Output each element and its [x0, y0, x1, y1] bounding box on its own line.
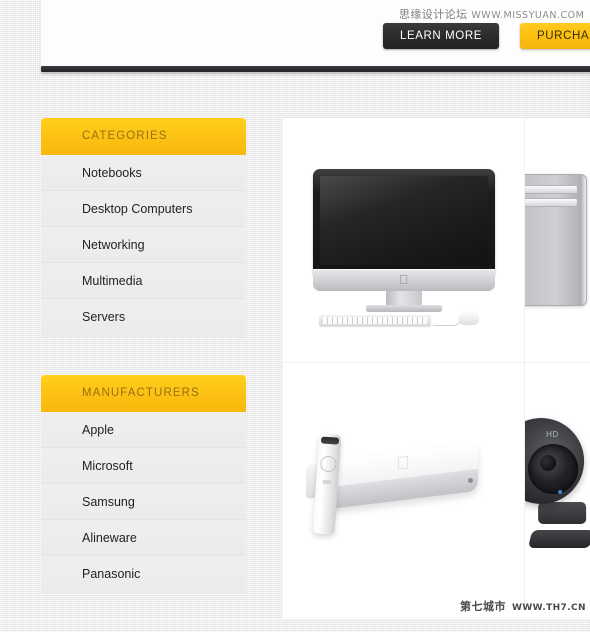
sidebar-header-manufacturers: MANUFACTURERS	[41, 375, 246, 412]
watermark-top: 思缘设计论坛 WWW.MISSYUAN.COM	[399, 6, 584, 22]
purchase-button[interactable]: PURCHASE	[520, 23, 590, 49]
webcam-base	[527, 530, 590, 548]
imac-stand-foot	[365, 305, 442, 312]
sidebar-item-samsung[interactable]: Samsung	[41, 484, 246, 520]
sidebar-item-microsoft[interactable]: Microsoft	[41, 448, 246, 484]
mouse-icon	[458, 311, 479, 324]
sidebar-block-categories: CATEGORIES Notebooks Desktop Computers N…	[41, 118, 246, 337]
tower-drive-slot-2	[525, 198, 578, 207]
webcam-clip	[538, 502, 587, 524]
product-row-1: 	[283, 118, 590, 362]
watermark-top-text: 思缘设计论坛	[399, 8, 468, 21]
sidebar-item-panasonic[interactable]: Panasonic	[41, 556, 246, 592]
product-cell-mac-pro-tower[interactable]	[524, 118, 590, 362]
sidebar-item-servers[interactable]: Servers	[41, 299, 246, 335]
apple-tv-icon: 	[296, 422, 512, 548]
sidebar-item-notebooks[interactable]: Notebooks	[41, 155, 246, 191]
remote-control-icon	[312, 433, 341, 535]
banner-divider-rule	[41, 66, 590, 72]
watermark-bottom-text: 第七城市	[460, 600, 506, 613]
product-row-2:  HD	[283, 362, 590, 607]
sidebar: CATEGORIES Notebooks Desktop Computers N…	[41, 118, 246, 632]
sidebar-item-desktop-computers[interactable]: Desktop Computers	[41, 191, 246, 227]
webcam-lens	[528, 444, 579, 494]
webcam-led-icon	[558, 490, 563, 494]
webcam-icon: HD	[525, 410, 590, 560]
apple-logo-icon: 	[399, 273, 409, 286]
sidebar-list-manufacturers: Apple Microsoft Samsung Alineware Panaso…	[41, 412, 246, 594]
sidebar-header-categories: CATEGORIES	[41, 118, 246, 155]
product-cell-hd-webcam[interactable]: HD	[524, 363, 590, 607]
sidebar-list-categories: Notebooks Desktop Computers Networking M…	[41, 155, 246, 337]
imac-icon: 	[312, 169, 495, 326]
watermark-bottom-site: WWW.TH7.CN	[512, 603, 586, 613]
watermark-bottom: 第七城市 WWW.TH7.CN	[460, 598, 586, 614]
apple-tv-port	[467, 478, 473, 483]
banner-button-group: LEARN MORE PURCHASE	[383, 23, 590, 49]
mouse-cord	[432, 317, 462, 326]
tower-drive-slot-1	[525, 185, 578, 194]
tower-icon	[525, 174, 587, 306]
product-grid: 	[283, 118, 590, 619]
apple-logo-icon: 	[396, 452, 410, 474]
product-cell-apple-tv[interactable]: 	[283, 363, 524, 607]
sidebar-item-networking[interactable]: Networking	[41, 227, 246, 263]
webcam-hd-badge: HD	[546, 430, 559, 439]
sidebar-item-multimedia[interactable]: Multimedia	[41, 263, 246, 299]
imac-screen	[312, 169, 495, 275]
apple-tv-body: 	[327, 442, 478, 510]
sidebar-item-alineware[interactable]: Alineware	[41, 520, 246, 556]
product-cell-imac[interactable]: 	[283, 118, 524, 362]
sidebar-item-apple[interactable]: Apple	[41, 412, 246, 448]
learn-more-button[interactable]: LEARN MORE	[383, 23, 499, 49]
watermark-top-site: WWW.MISSYUAN.COM	[471, 10, 585, 21]
keyboard-icon	[318, 315, 431, 326]
webcam-body: HD	[525, 418, 585, 504]
sidebar-block-manufacturers: MANUFACTURERS Apple Microsoft Samsung Al…	[41, 375, 246, 594]
